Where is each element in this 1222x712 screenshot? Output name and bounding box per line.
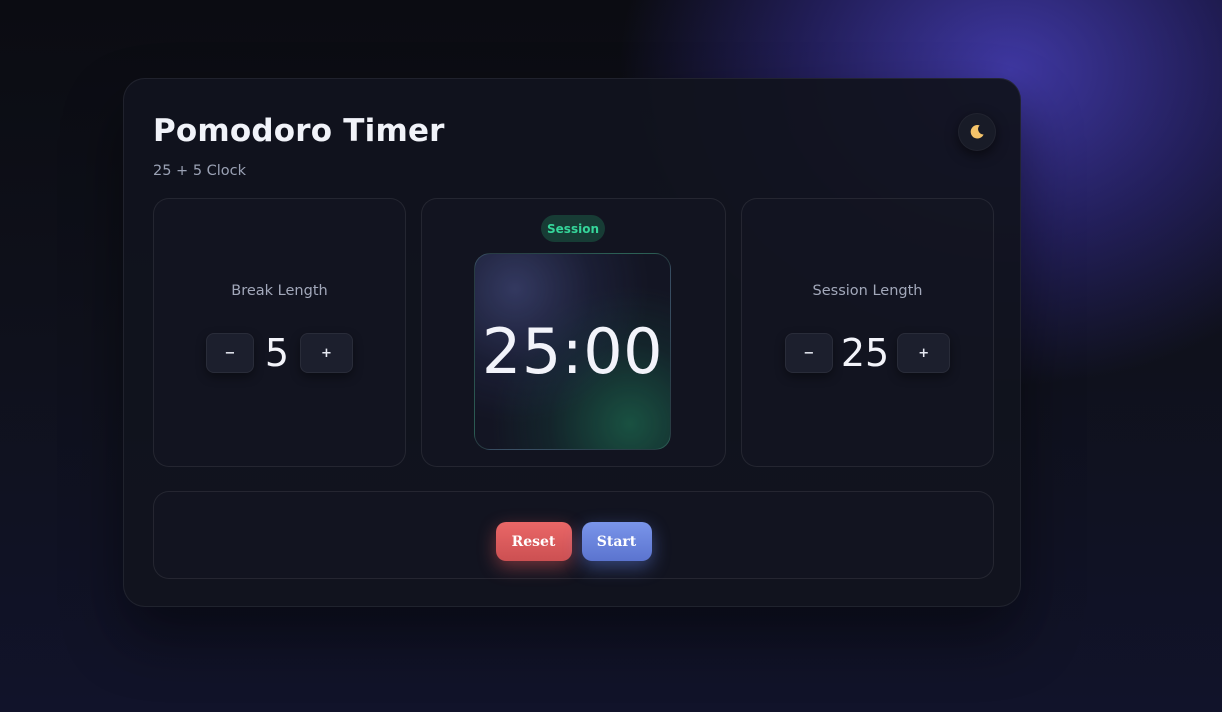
break-length-label: Break Length [231, 283, 328, 299]
session-decrement-button[interactable]: − [784, 333, 833, 373]
moon-icon [970, 125, 984, 139]
timer-display: 25:00 [474, 253, 671, 450]
break-length-panel: Break Length − 5 + [153, 198, 406, 467]
controls-panel: Reset Start [153, 491, 994, 579]
controls-row: Reset Start [154, 522, 993, 561]
theme-toggle-button[interactable] [958, 113, 996, 151]
session-length-label: Session Length [812, 283, 923, 299]
break-decrement-button[interactable]: − [206, 333, 254, 373]
timer-display-panel: Session 25:00 [421, 198, 726, 467]
pomodoro-card: Pomodoro Timer 25 + 5 Clock Break Length… [123, 78, 1021, 607]
session-increment-button[interactable]: + [897, 333, 951, 373]
break-length-value: 5 [264, 331, 290, 375]
start-button[interactable]: Start [581, 522, 652, 561]
break-length-stepper: − 5 + [154, 333, 405, 373]
time-left: 25:00 [481, 315, 664, 388]
session-length-value: 25 [840, 331, 890, 375]
break-increment-button[interactable]: + [300, 333, 353, 373]
session-length-panel: Session Length − 25 + [741, 198, 994, 467]
page-subtitle: 25 + 5 Clock [153, 163, 247, 179]
session-length-stepper: − 25 + [742, 333, 993, 373]
page-title: Pomodoro Timer [153, 113, 445, 149]
mode-badge: Session [541, 215, 605, 242]
reset-button[interactable]: Reset [495, 522, 572, 561]
